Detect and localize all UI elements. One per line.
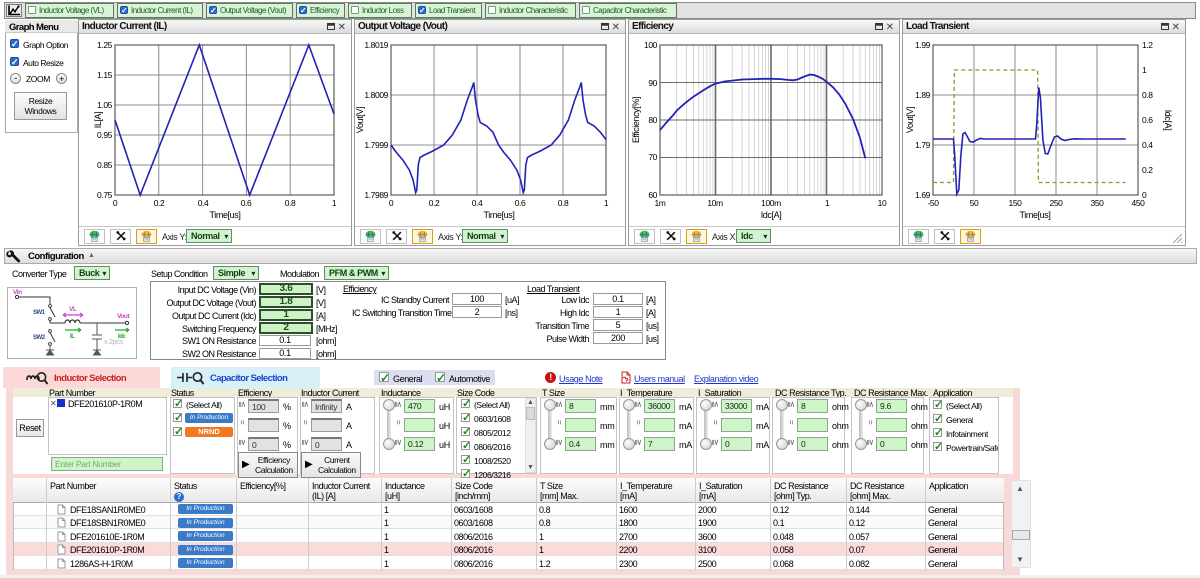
svg-text:1.8009: 1.8009 bbox=[364, 90, 388, 100]
svg-text:250: 250 bbox=[1050, 198, 1064, 208]
svg-text:350: 350 bbox=[1091, 198, 1105, 208]
svg-text:Idc[A]: Idc[A] bbox=[1163, 110, 1173, 131]
svg-text:1: 1 bbox=[825, 198, 830, 208]
svg-text:Vout: Vout bbox=[117, 313, 130, 320]
svg-text:-50: -50 bbox=[927, 198, 939, 208]
svg-text:1.99: 1.99 bbox=[915, 40, 931, 50]
svg-text:Vout[V]: Vout[V] bbox=[355, 107, 365, 133]
svg-text:0.2: 0.2 bbox=[154, 198, 165, 208]
svg-text:1: 1 bbox=[604, 198, 609, 208]
svg-text:SW2: SW2 bbox=[33, 335, 46, 341]
svg-text:1.7999: 1.7999 bbox=[364, 140, 388, 150]
svg-text:0: 0 bbox=[389, 198, 394, 208]
svg-text:0.2: 0.2 bbox=[429, 198, 440, 208]
svg-text:0.85: 0.85 bbox=[97, 160, 113, 170]
svg-text:0.6: 0.6 bbox=[1142, 115, 1153, 125]
svg-text:SW1: SW1 bbox=[33, 310, 46, 316]
svg-text:10m: 10m bbox=[707, 198, 723, 208]
svg-text:100: 100 bbox=[644, 40, 658, 50]
svg-text:80: 80 bbox=[648, 115, 657, 125]
svg-text:0.4: 0.4 bbox=[1142, 140, 1153, 150]
svg-text:1m: 1m bbox=[654, 198, 665, 208]
svg-text:0.95: 0.95 bbox=[97, 130, 113, 140]
svg-text:0.6: 0.6 bbox=[241, 198, 252, 208]
svg-text:100m: 100m bbox=[761, 198, 781, 208]
svg-text:1: 1 bbox=[1142, 65, 1147, 75]
svg-text:0.8: 0.8 bbox=[558, 198, 569, 208]
svg-text:Time[us]: Time[us] bbox=[210, 210, 241, 220]
svg-text:0.4: 0.4 bbox=[198, 198, 209, 208]
svg-text:Idc[A]: Idc[A] bbox=[761, 210, 782, 220]
svg-text:0: 0 bbox=[113, 198, 118, 208]
svg-text:150: 150 bbox=[1009, 198, 1023, 208]
svg-text:1.89: 1.89 bbox=[915, 90, 931, 100]
svg-text:Time[us]: Time[us] bbox=[1020, 210, 1051, 220]
svg-text:1.8019: 1.8019 bbox=[364, 40, 388, 50]
svg-text:1.79: 1.79 bbox=[915, 140, 931, 150]
svg-text:Vout[V]: Vout[V] bbox=[905, 107, 915, 133]
svg-text:0.6: 0.6 bbox=[515, 198, 526, 208]
svg-text:50: 50 bbox=[970, 198, 979, 208]
svg-text:0.4: 0.4 bbox=[472, 198, 483, 208]
svg-text:Vin: Vin bbox=[13, 289, 22, 296]
svg-text:1.05: 1.05 bbox=[97, 100, 113, 110]
svg-text:0.8: 0.8 bbox=[285, 198, 296, 208]
svg-text:Time[us]: Time[us] bbox=[484, 210, 515, 220]
svg-text:x 2pcs: x 2pcs bbox=[104, 337, 124, 346]
svg-text:0.8: 0.8 bbox=[1142, 90, 1153, 100]
svg-text:0.75: 0.75 bbox=[97, 190, 113, 200]
svg-text:VL: VL bbox=[69, 306, 77, 313]
svg-text:10: 10 bbox=[878, 198, 887, 208]
svg-text:450: 450 bbox=[1132, 198, 1146, 208]
svg-text:1.25: 1.25 bbox=[97, 40, 113, 50]
svg-text:0.2: 0.2 bbox=[1142, 165, 1153, 175]
svg-text:1.7989: 1.7989 bbox=[364, 190, 388, 200]
svg-text:70: 70 bbox=[648, 152, 657, 162]
svg-text:90: 90 bbox=[648, 78, 657, 88]
svg-text:Efficiency[%]: Efficiency[%] bbox=[631, 97, 641, 143]
svg-text:1: 1 bbox=[332, 198, 337, 208]
svg-text:IL[A]: IL[A] bbox=[93, 112, 103, 129]
svg-text:1.15: 1.15 bbox=[97, 70, 113, 80]
svg-text:IL: IL bbox=[70, 334, 75, 340]
svg-text:1.2: 1.2 bbox=[1142, 40, 1153, 50]
